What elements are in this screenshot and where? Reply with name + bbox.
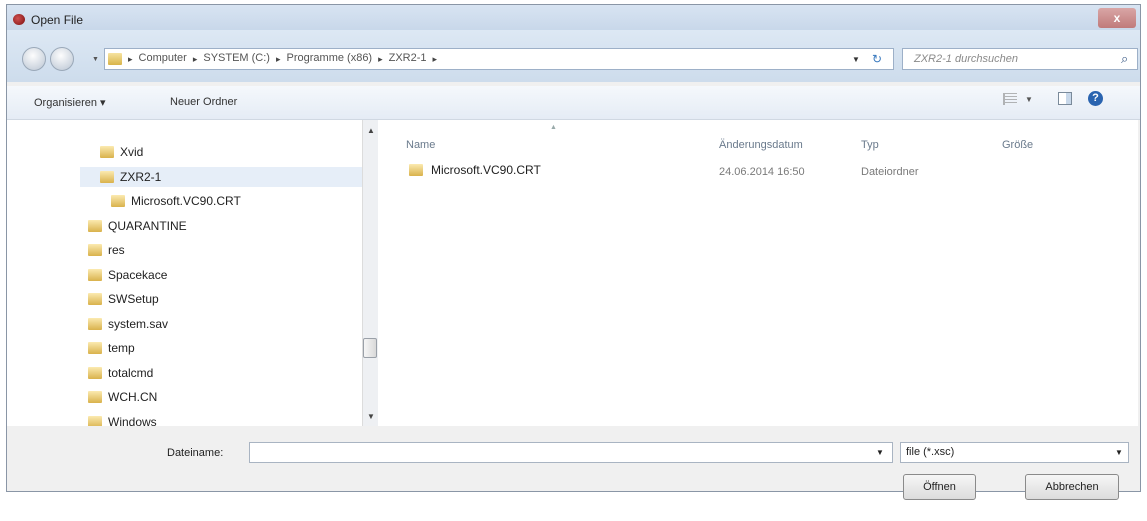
tree-item[interactable]: temp	[88, 338, 135, 358]
search-placeholder: ZXR2-1 durchsuchen	[914, 53, 1018, 65]
filename-label: Dateiname:	[167, 447, 224, 459]
folder-icon	[88, 317, 102, 330]
folder-icon	[111, 195, 125, 207]
refresh-icon[interactable]: ↻	[872, 52, 882, 66]
folder-icon	[108, 53, 122, 65]
breadcrumb-separator-icon[interactable]: ▸	[193, 52, 198, 66]
tree-item-label: system.sav	[108, 316, 169, 331]
breadcrumb: ▸ Computer ▸ SYSTEM (C:) ▸ Programme (x86) ▸ ZX…	[128, 52, 437, 66]
view-options-dropdown-icon[interactable]: ▼	[1025, 95, 1033, 104]
folder-icon	[409, 164, 423, 176]
breadcrumb-separator-icon[interactable]: ▸	[378, 52, 383, 66]
change-view-icon[interactable]	[1003, 93, 1017, 105]
tree-item-label: WCH.CN	[108, 390, 158, 404]
breadcrumb-item[interactable]: Programme (x86)	[287, 52, 373, 66]
sort-indicator-icon: ▲	[550, 124, 557, 131]
folder-icon	[88, 391, 102, 403]
search-icon[interactable]: ⌕	[1121, 51, 1128, 67]
breadcrumb-separator-icon[interactable]: ▸	[128, 52, 133, 66]
folder-icon	[88, 219, 102, 232]
column-header-size[interactable]: Größe	[1002, 139, 1033, 151]
forward-button[interactable]	[50, 47, 74, 71]
tree-item[interactable]: res	[88, 240, 125, 260]
new-folder-button[interactable]: Neuer Ordner	[170, 96, 237, 108]
folder-icon	[88, 244, 102, 256]
breadcrumb-separator-icon[interactable]: ▸	[433, 52, 438, 66]
folder-icon	[88, 293, 102, 305]
app-icon	[13, 14, 25, 25]
column-header-date[interactable]: Änderungsdatum	[719, 139, 803, 151]
breadcrumb-item[interactable]: SYSTEM (C:)	[203, 52, 270, 66]
scrollbar-thumb[interactable]	[363, 338, 377, 358]
tree-item[interactable]: Microsoft.VC90.CRT	[111, 191, 241, 211]
tree-item[interactable]: WCH.CN	[88, 387, 157, 407]
scroll-up-icon[interactable]: ▲	[367, 126, 375, 135]
address-dropdown-icon[interactable]: ▼	[852, 55, 860, 64]
folder-icon	[88, 366, 102, 379]
file-type: Dateiordner	[861, 166, 919, 178]
file-date: 24.06.2014 16:50	[719, 166, 805, 178]
tree-item[interactable]: Xvid	[100, 142, 143, 162]
file-type-value: file (*.xsc)	[906, 446, 955, 458]
cancel-button[interactable]: Abbrechen	[1025, 474, 1119, 500]
column-header-type[interactable]: Typ	[861, 139, 879, 151]
tree-item-label: Spacekace	[108, 267, 168, 282]
navigation-scrollbar[interactable]	[362, 120, 378, 426]
tree-item-label: SWSetup	[108, 292, 159, 306]
filename-input[interactable]	[249, 442, 893, 463]
organize-button[interactable]: Organisieren ▾	[34, 96, 106, 109]
recent-locations-dropdown-icon[interactable]: ▼	[92, 56, 99, 63]
file-row[interactable]: Microsoft.VC90.CRT	[409, 163, 541, 177]
scroll-down-icon[interactable]: ▼	[367, 412, 375, 421]
filename-dropdown-icon[interactable]: ▼	[876, 448, 884, 457]
tree-item-label: Microsoft.VC90.CRT	[131, 194, 241, 208]
breadcrumb-item[interactable]: Computer	[139, 52, 187, 66]
folder-icon	[88, 342, 102, 354]
tree-item-label: Xvid	[120, 145, 144, 159]
breadcrumb-separator-icon[interactable]: ▸	[276, 52, 281, 66]
folder-icon	[100, 170, 114, 183]
back-button[interactable]	[22, 47, 46, 71]
tree-item[interactable]: totalcmd	[88, 363, 153, 383]
tree-item[interactable]: ZXR2-1	[80, 166, 370, 187]
tree-item-label: totalcmd	[108, 365, 154, 380]
tree-item[interactable]: Spacekace	[88, 265, 167, 285]
tree-item-label: res	[108, 243, 125, 257]
preview-pane-icon[interactable]	[1058, 92, 1072, 105]
file-name: Microsoft.VC90.CRT	[431, 163, 541, 177]
tree-item[interactable]: system.sav	[88, 314, 168, 334]
help-icon[interactable]: ?	[1088, 91, 1103, 106]
folder-icon	[88, 268, 102, 281]
tree-item-label: temp	[108, 341, 135, 355]
open-button[interactable]: Öffnen	[903, 474, 976, 500]
tree-item[interactable]: QUARANTINE	[88, 216, 187, 236]
tree-item-label: QUARANTINE	[108, 218, 187, 233]
column-header-name[interactable]: Name	[406, 139, 435, 151]
close-button[interactable]: x	[1098, 8, 1136, 28]
tree-item-label: ZXR2-1	[120, 169, 162, 184]
tree-item[interactable]: SWSetup	[88, 289, 159, 309]
folder-icon	[100, 146, 114, 158]
breadcrumb-item[interactable]: ZXR2-1	[389, 52, 427, 66]
window-title: Open File	[31, 13, 84, 27]
file-type-dropdown-icon[interactable]: ▼	[1115, 448, 1123, 457]
